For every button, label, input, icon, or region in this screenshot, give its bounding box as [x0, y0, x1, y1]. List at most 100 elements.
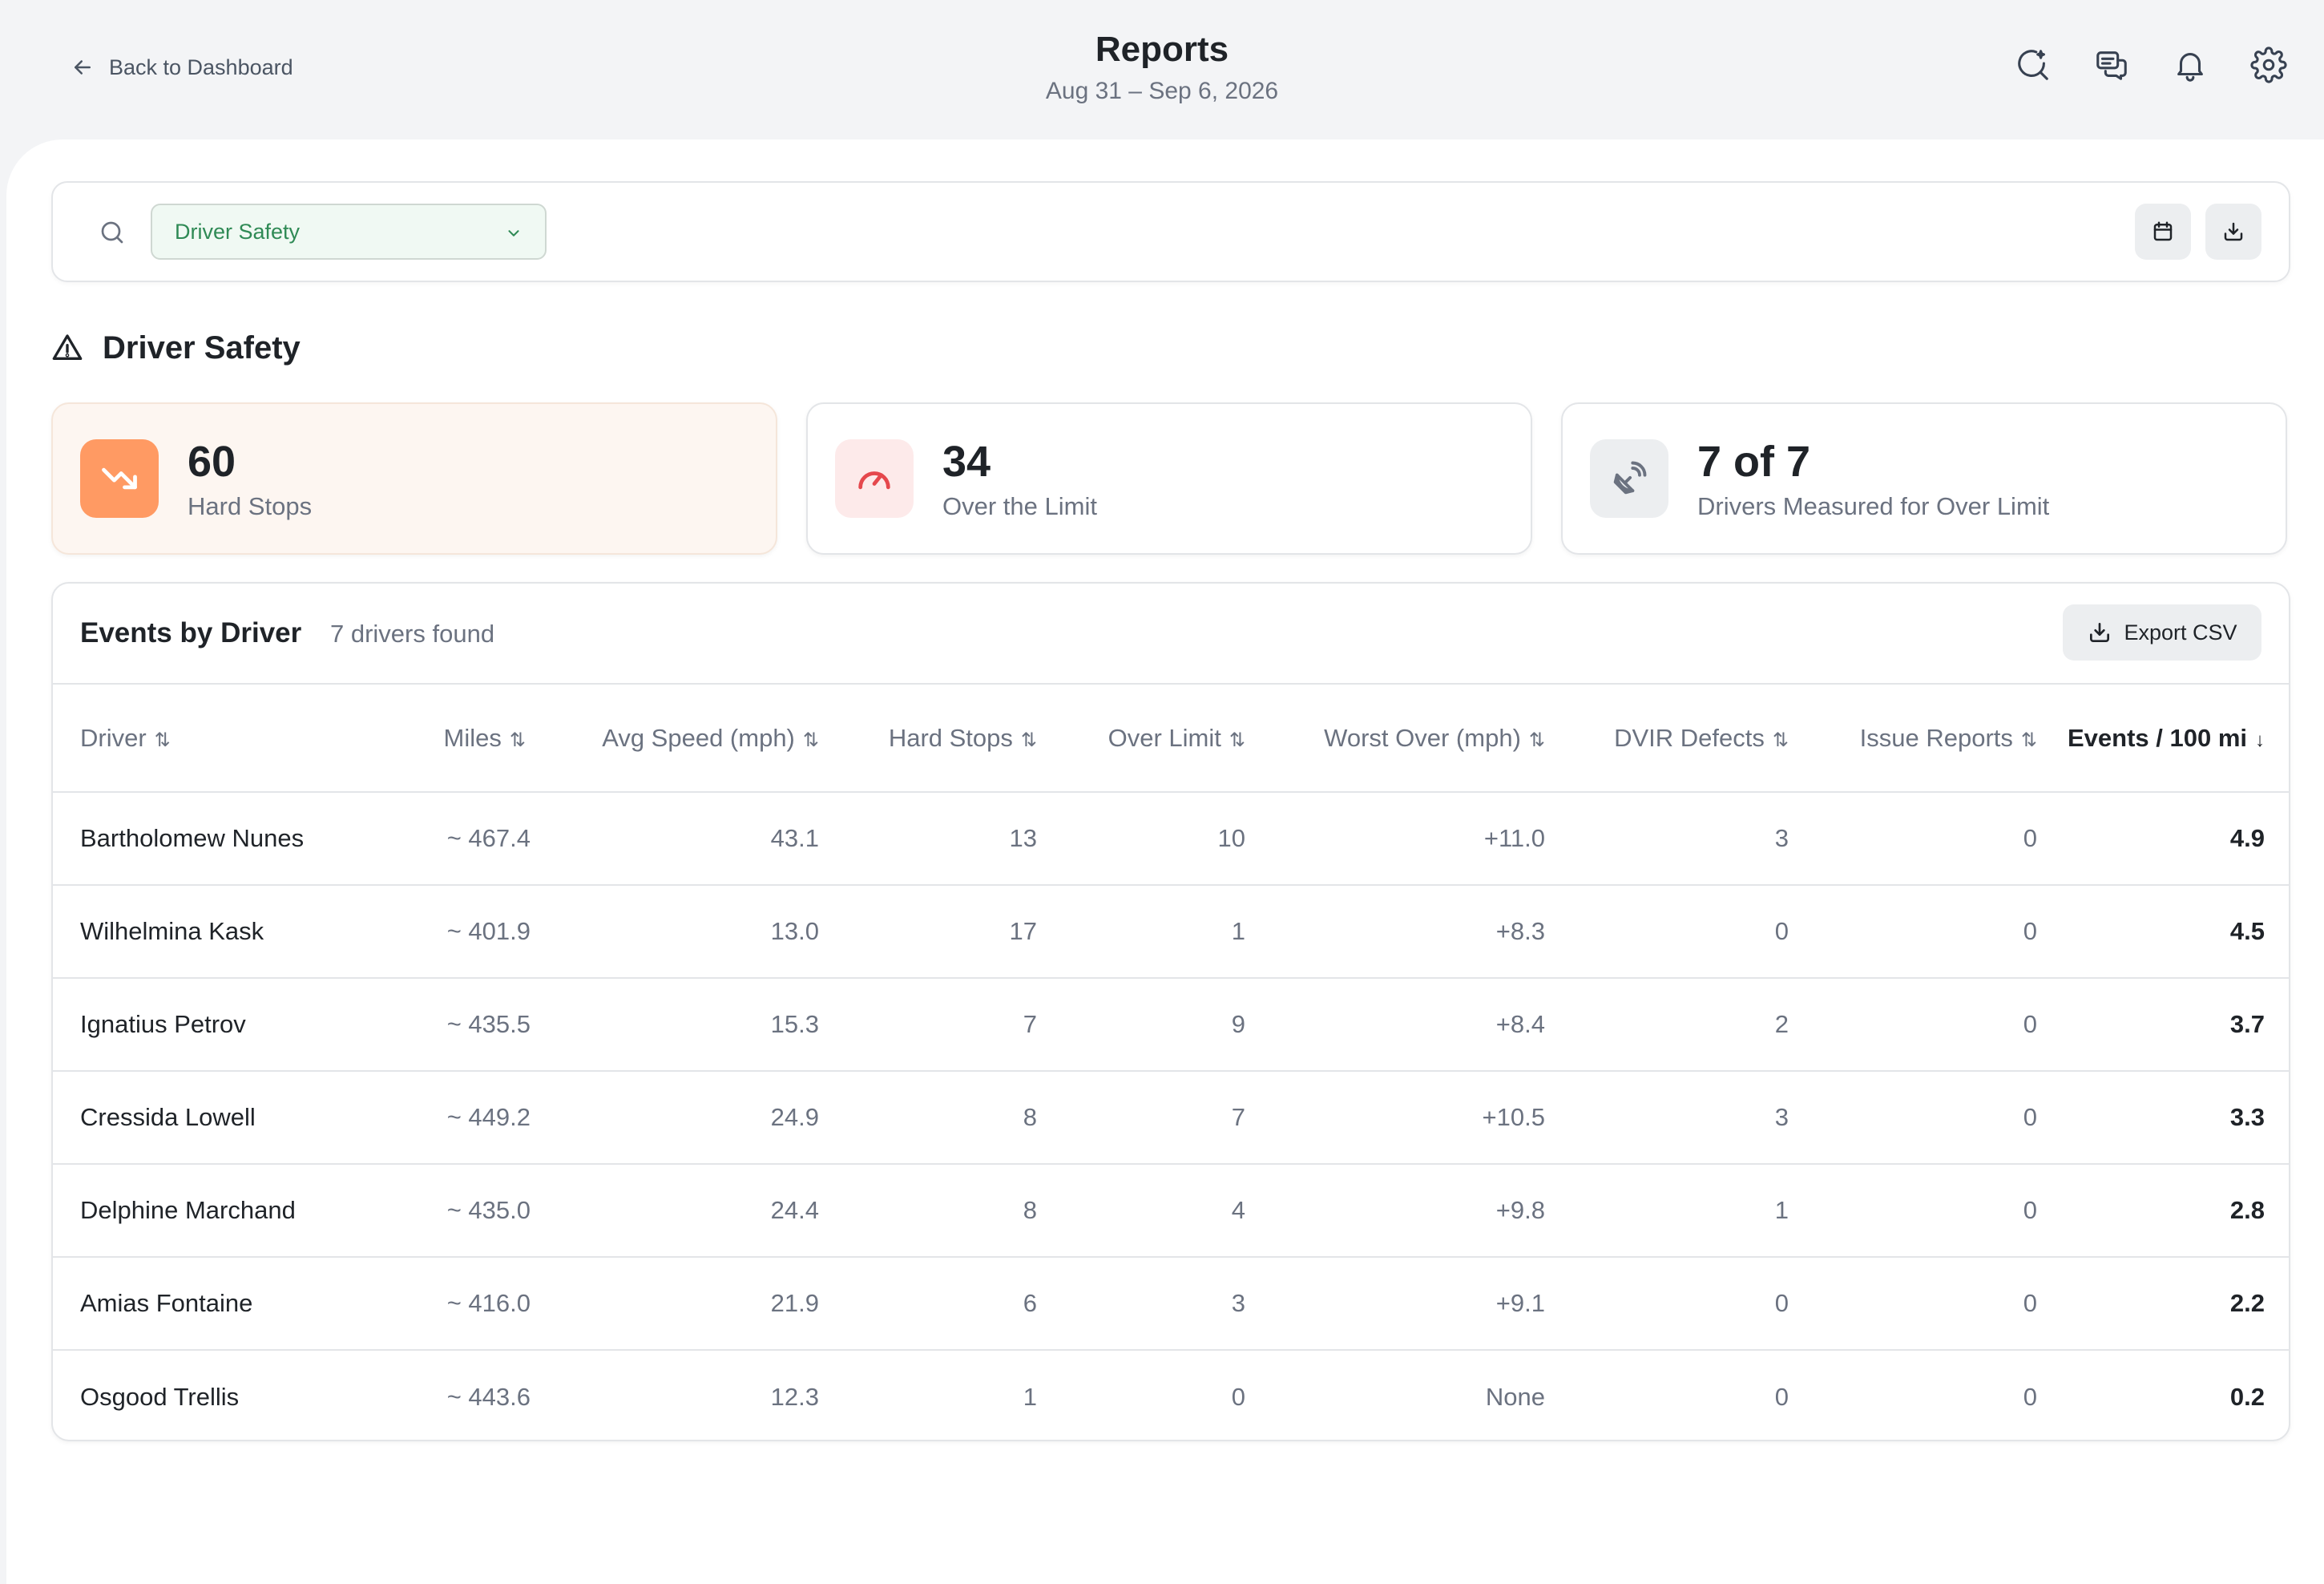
- ai-search-button[interactable]: [2013, 45, 2053, 85]
- events-by-driver-card: Events by Driver 7 drivers found Export …: [51, 582, 2290, 1441]
- cell-issue-reports: 0: [1816, 978, 2064, 1072]
- cell-dvir-defects: 0: [1572, 885, 1816, 979]
- download-icon: [2224, 222, 2243, 241]
- search-icon[interactable]: [98, 218, 127, 247]
- column-label: DVIR Defects: [1614, 723, 1765, 752]
- kpi-label: Hard Stops: [188, 492, 313, 520]
- cell-issue-reports: 0: [1816, 1257, 2064, 1351]
- table-row[interactable]: Delphine Marchand ~ 435.0 24.4 8 4 +9.8 1 0 2.8: [53, 1164, 2289, 1258]
- cell-events-per-100mi: 0.2: [2229, 1382, 2265, 1411]
- column-header-events-per-100mi[interactable]: Events / 100 mi ↓: [2064, 685, 2289, 793]
- table-row[interactable]: Ignatius Petrov ~ 435.5 15.3 7 9 +8.4 2 0 3.7: [53, 978, 2289, 1072]
- section-heading: Driver Safety: [51, 325, 301, 370]
- column-header-miles[interactable]: Miles ⇅: [357, 685, 553, 793]
- cell-events-per-100mi: 4.5: [2064, 885, 2289, 979]
- cell-over-limit: 9: [1064, 978, 1273, 1072]
- page-title: Reports: [1095, 30, 1229, 69]
- column-label: Events / 100 mi: [2067, 723, 2247, 752]
- sort-icon: ⇅: [154, 729, 171, 751]
- table-title: Events by Driver: [80, 617, 302, 649]
- column-header-issue-reports[interactable]: Issue Reports ⇅: [1816, 685, 2064, 793]
- sort-icon: ⇅: [509, 729, 526, 751]
- cell-dvir-defects: 3: [1572, 792, 1816, 886]
- sort-icon: ⇅: [1528, 729, 1545, 751]
- speedometer-icon: [858, 471, 890, 490]
- table-row[interactable]: Osgood Trellis ~ 443.6 12.3 1 0 None 0 0 0.2: [53, 1350, 2289, 1440]
- download-button[interactable]: [2205, 204, 2261, 260]
- cell-hard-stops: 7: [846, 978, 1064, 1072]
- sort-icon: ⇅: [2020, 729, 2037, 751]
- cell-events-per-100mi: 4.9: [2064, 792, 2289, 886]
- kpi-label: Over the Limit: [942, 492, 1097, 520]
- table-row[interactable]: Amias Fontaine ~ 416.0 21.9 6 3 +9.1 0 0 2.2: [53, 1257, 2289, 1351]
- kpi-card-hard-stops: 60 Hard Stops: [51, 402, 777, 555]
- kpi-icon-box: [80, 439, 159, 518]
- table-row[interactable]: Wilhelmina Kask ~ 401.9 13.0 17 1 +8.3 0 0 4.5: [53, 885, 2289, 979]
- cell-avg-speed: 24.9: [553, 1071, 846, 1165]
- sort-icon: ⇅: [802, 729, 819, 751]
- cell-driver: Osgood Trellis: [80, 1382, 240, 1411]
- column-header-worst-over[interactable]: Worst Over (mph) ⇅: [1273, 685, 1572, 793]
- kpi-card-drivers-measured: 7 of 7 Drivers Measured for Over Limit: [1561, 402, 2287, 555]
- cell-driver: Amias Fontaine: [53, 1257, 357, 1351]
- cell-over-limit: 3: [1064, 1257, 1273, 1351]
- cell-driver: Ignatius Petrov: [53, 978, 357, 1072]
- warning-triangle-icon: [52, 334, 83, 360]
- top-bar: Back to Dashboard Reports Aug 31 – Sep 6…: [0, 0, 2324, 140]
- column-label: Over Limit: [1108, 723, 1221, 752]
- kpi-value: 60: [188, 438, 236, 486]
- notifications-button[interactable]: [2170, 45, 2210, 85]
- kpi-icon-box: [1590, 439, 1668, 518]
- sort-icon: ⇅: [1229, 729, 1245, 751]
- cell-over-limit: 0: [1231, 1382, 1245, 1411]
- cell-avg-speed: 24.4: [553, 1164, 846, 1258]
- kpi-value: 7 of 7: [1697, 438, 1811, 486]
- cell-hard-stops: 8: [846, 1071, 1064, 1165]
- cell-dvir-defects: 0: [1572, 1257, 1816, 1351]
- filter-bar: Driver Safety: [51, 181, 2290, 282]
- kpi-card-over-limit: 34 Over the Limit: [806, 402, 1532, 555]
- kpi-value: 34: [942, 438, 991, 486]
- calendar-icon: [2153, 221, 2173, 241]
- cell-driver: Delphine Marchand: [53, 1164, 357, 1258]
- table-header-bar: Events by Driver 7 drivers found Export …: [53, 584, 2289, 685]
- date-range: Aug 31 – Sep 6, 2026: [1045, 78, 1279, 104]
- drivers-count: 7 drivers found: [330, 620, 495, 648]
- satellite-icon: [1613, 461, 1647, 495]
- cell-avg-speed: 15.3: [553, 978, 846, 1072]
- date-picker-button[interactable]: [2135, 204, 2191, 260]
- column-header-dvir-defects[interactable]: DVIR Defects ⇅: [1572, 685, 1816, 793]
- cell-miles: ~ 467.4: [357, 792, 553, 886]
- cell-driver: Bartholomew Nunes: [53, 792, 357, 886]
- column-label: Issue Reports: [1859, 723, 2013, 752]
- cell-events-per-100mi: 3.3: [2064, 1071, 2289, 1165]
- column-header-over-limit[interactable]: Over Limit ⇅: [1064, 685, 1273, 793]
- sort-desc-icon: ↓: [2255, 729, 2265, 751]
- cell-avg-speed: 12.3: [770, 1382, 819, 1411]
- cell-worst-over: +11.0: [1273, 792, 1572, 886]
- cell-issue-reports: 0: [1816, 1164, 2064, 1258]
- column-header-avg-speed[interactable]: Avg Speed (mph) ⇅: [553, 685, 846, 793]
- cell-over-limit: 1: [1064, 885, 1273, 979]
- table-row[interactable]: Bartholomew Nunes ~ 467.4 43.1 13 10 +11.0 3 0 4…: [53, 792, 2289, 886]
- cell-events-per-100mi: 2.2: [2064, 1257, 2289, 1351]
- column-header-driver[interactable]: Driver ⇅: [53, 685, 357, 793]
- export-csv-button[interactable]: Export CSV: [2063, 604, 2261, 661]
- cell-issue-reports: 0: [1816, 1071, 2064, 1165]
- export-csv-label: Export CSV: [2124, 620, 2237, 645]
- column-header-hard-stops[interactable]: Hard Stops ⇅: [846, 685, 1064, 793]
- cell-hard-stops: 13: [846, 792, 1064, 886]
- settings-button[interactable]: [2249, 45, 2289, 85]
- cell-issue-reports: 0: [1816, 792, 2064, 886]
- cell-miles: ~ 401.9: [357, 885, 553, 979]
- column-label: Hard Stops: [888, 723, 1013, 752]
- report-type-value: Driver Safety: [175, 219, 301, 244]
- table-row[interactable]: Cressida Lowell ~ 449.2 24.9 8 7 +10.5 3 0 3.3: [53, 1071, 2289, 1165]
- cell-dvir-defects: 1: [1572, 1164, 1816, 1258]
- main-content: Driver Safety Driver Safety 60 Hard Stop…: [6, 139, 2324, 1584]
- report-type-select[interactable]: Driver Safety: [151, 204, 547, 260]
- reports-page: Back to Dashboard Reports Aug 31 – Sep 6…: [0, 0, 2324, 1584]
- cell-miles: ~ 416.0: [357, 1257, 553, 1351]
- messages-button[interactable]: [2092, 45, 2132, 85]
- sort-icon: ⇅: [1772, 729, 1789, 751]
